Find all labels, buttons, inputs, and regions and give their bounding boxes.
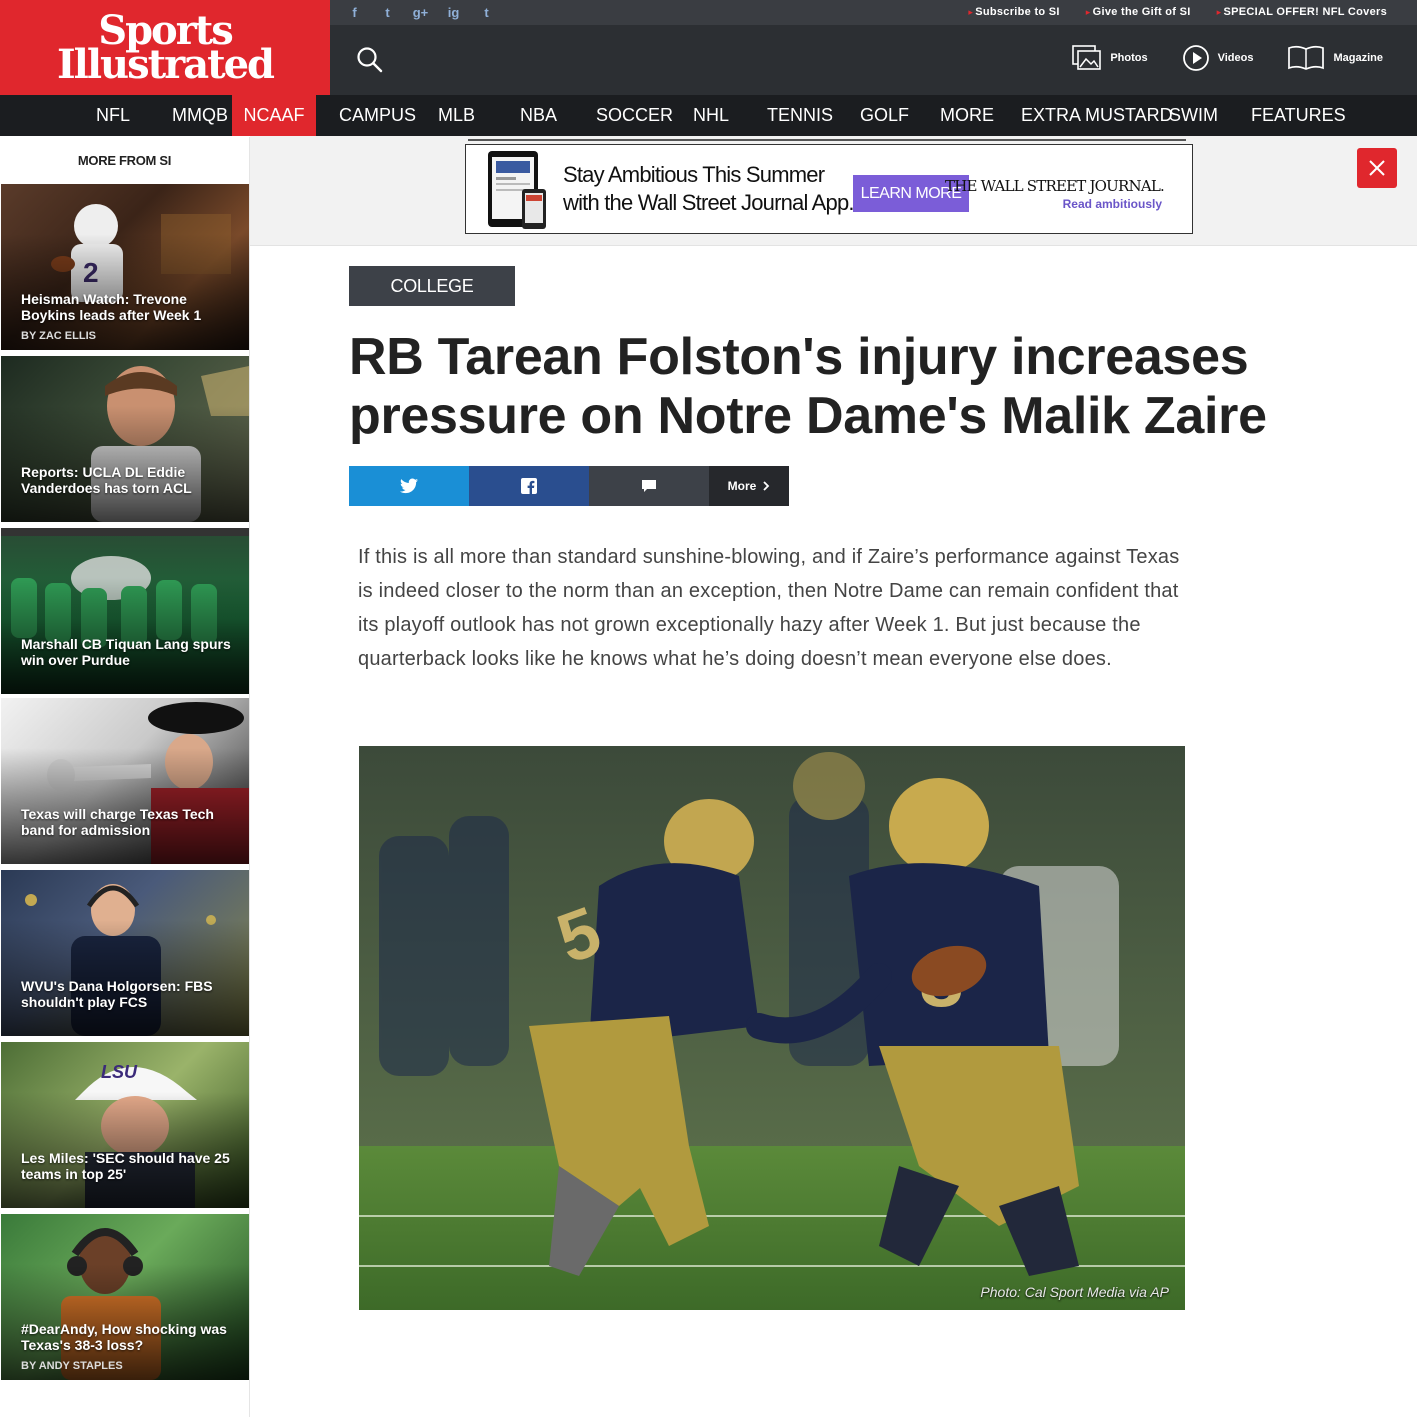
- nav-item-nfl[interactable]: NFL: [96, 95, 130, 136]
- si-logo[interactable]: Sports Illustrated: [0, 0, 330, 95]
- ad-line-2: with the Wall Street Journal App.: [563, 190, 855, 215]
- nav-item-soccer[interactable]: SOCCER: [596, 95, 673, 136]
- sidebar-card-6[interactable]: LSU Les Miles: 'SEC should have 25 teams…: [1, 1042, 249, 1208]
- videos-label: Videos: [1217, 52, 1254, 64]
- article-body-paragraph: If this is all more than standard sunshi…: [358, 546, 1180, 670]
- card-5-title: WVU's Dana Holgorsen: FBS shouldn't play…: [21, 978, 213, 1010]
- photo-credit: Photo: Cal Sport Media via AP: [980, 1284, 1169, 1300]
- ad-top-line: [468, 139, 1186, 141]
- card-2-title: Reports: UCLA DL Eddie Vanderdoes has to…: [21, 464, 192, 496]
- sidebar-card-4[interactable]: Texas will charge Texas Tech band for ad…: [1, 698, 249, 864]
- nav-item-features[interactable]: FEATURES: [1251, 95, 1346, 136]
- top-bar: f t g+ ig t Subscribe to SI Give the Gif…: [330, 0, 1417, 25]
- close-ad-button[interactable]: [1357, 148, 1397, 188]
- nav-item-mmqb[interactable]: MMQB: [172, 95, 228, 136]
- sidebar-card-1[interactable]: 2 Heisman Watch: Trevone Boykins leads a…: [1, 184, 249, 350]
- football-scene: 5 8: [359, 746, 1185, 1310]
- sidebar-card-5[interactable]: WVU's Dana Holgorsen: FBS shouldn't play…: [1, 870, 249, 1036]
- search-icon[interactable]: [356, 46, 384, 74]
- subscribe-link[interactable]: Subscribe to SI: [968, 6, 1059, 18]
- social-links: f t g+ ig t: [346, 4, 495, 21]
- card-3-title: Marshall CB Tiquan Lang spurs win over P…: [21, 636, 231, 668]
- videos-link[interactable]: Videos: [1182, 44, 1254, 72]
- comment-icon: [642, 480, 656, 492]
- magazine-label: Magazine: [1333, 52, 1383, 64]
- facebook-icon[interactable]: f: [346, 4, 363, 21]
- sidebar-card-2[interactable]: Reports: UCLA DL Eddie Vanderdoes has to…: [1, 356, 249, 522]
- sidebar-card-7[interactable]: #DearAndy, How shocking was Texas's 38-3…: [1, 1214, 249, 1380]
- share-more-button[interactable]: More: [709, 466, 789, 506]
- card-1-title: Heisman Watch: Trevone Boykins leads aft…: [21, 291, 202, 323]
- photos-icon: [1072, 45, 1102, 70]
- sidebar-card-3[interactable]: Marshall CB Tiquan Lang spurs win over P…: [1, 528, 249, 694]
- ad-line-1: Stay Ambitious This Summer: [563, 162, 825, 187]
- card-4-title: Texas will charge Texas Tech band for ad…: [21, 806, 214, 838]
- twitter-icon[interactable]: t: [379, 4, 396, 21]
- nav-item-extra-mustard[interactable]: EXTRA MUSTARD: [1021, 95, 1173, 136]
- page: Sports Illustrated f t g+ ig t Subscribe…: [0, 0, 1417, 1417]
- main-nav: NFL MMQB NCAAF CAMPUS MLB NBA SOCCER NHL…: [0, 95, 1417, 136]
- close-icon: [1369, 160, 1385, 176]
- magazine-link[interactable]: Magazine: [1287, 45, 1383, 71]
- facebook-icon: [521, 478, 537, 494]
- nav-item-more[interactable]: MORE: [940, 95, 994, 136]
- nav-item-golf[interactable]: GOLF: [860, 95, 909, 136]
- nav-item-ncaaf[interactable]: NCAAF: [232, 95, 316, 136]
- top-links: Subscribe to SI Give the Gift of SI SPEC…: [968, 6, 1387, 18]
- nav-item-tennis[interactable]: TENNIS: [767, 95, 833, 136]
- tumblr-icon[interactable]: t: [478, 4, 495, 21]
- category-label[interactable]: COLLEGE FOOTBALL: [349, 266, 515, 336]
- photos-label: Photos: [1110, 52, 1148, 64]
- wsj-brand: THE WALL STREET JOURNAL.: [945, 177, 1165, 195]
- share-facebook-button[interactable]: [469, 466, 589, 506]
- card-1-byline: BY ZAC ELLIS: [21, 330, 96, 342]
- wsj-tagline: Read ambitiously: [1062, 197, 1162, 211]
- phone-tablet-icon: [488, 151, 546, 229]
- nav-item-campus[interactable]: CAMPUS: [339, 95, 416, 136]
- photos-link[interactable]: Photos: [1072, 45, 1148, 71]
- svg-text:LSU: LSU: [101, 1062, 138, 1082]
- share-bar: More: [349, 466, 789, 506]
- nav-item-mlb[interactable]: MLB: [438, 95, 475, 136]
- sidebar-title: MORE FROM SI: [77, 153, 172, 168]
- google-plus-icon[interactable]: g+: [412, 4, 429, 21]
- nav-item-swim[interactable]: SWIM: [1169, 95, 1218, 136]
- media-links: Photos Videos Magazine: [1072, 44, 1383, 72]
- share-twitter-button[interactable]: [349, 466, 469, 506]
- share-more-label: More: [727, 479, 757, 493]
- instagram-icon[interactable]: ig: [445, 4, 462, 21]
- nav-item-nhl[interactable]: NHL: [693, 95, 729, 136]
- chevron-right-icon: [763, 481, 770, 491]
- card-7-title: #DearAndy, How shocking was Texas's 38-3…: [21, 1321, 227, 1353]
- magazine-icon: [1288, 45, 1325, 70]
- special-offer-link[interactable]: SPECIAL OFFER! NFL Covers: [1217, 6, 1387, 18]
- card-6-title: Les Miles: 'SEC should have 25 teams in …: [21, 1150, 230, 1182]
- ad-copy: Stay Ambitious This Summer with the Wall…: [563, 161, 855, 217]
- article-photo: 5 8 Photo: Cal Sport Media via AP: [359, 746, 1185, 1310]
- comments-button[interactable]: [589, 466, 709, 506]
- play-icon: [1182, 45, 1209, 71]
- article-headline: RB Tarean Folston's injury increases pre…: [349, 328, 1267, 445]
- gift-link[interactable]: Give the Gift of SI: [1086, 6, 1191, 18]
- twitter-icon: [400, 478, 418, 494]
- card-7-byline: BY ANDY STAPLES: [21, 1360, 123, 1372]
- logo-line-2: Illustrated: [56, 40, 275, 88]
- site-header: Sports Illustrated f t g+ ig t Subscribe…: [0, 0, 1417, 95]
- nav-item-nba[interactable]: NBA: [520, 95, 557, 136]
- ad-area: Stay Ambitious This Summer with the Wall…: [250, 136, 1417, 246]
- wsj-banner-ad[interactable]: Stay Ambitious This Summer with the Wall…: [465, 144, 1193, 234]
